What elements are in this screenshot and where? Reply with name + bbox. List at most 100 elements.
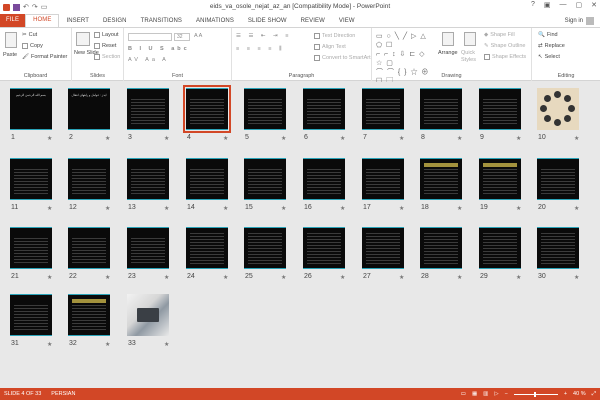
transition-star-icon[interactable]: ★ xyxy=(340,205,345,212)
transition-star-icon[interactable]: ★ xyxy=(340,274,345,281)
zoom-level[interactable]: 40 % xyxy=(573,391,586,397)
replace-button[interactable]: ⇄ Replace xyxy=(538,43,565,49)
transition-star-icon[interactable]: ★ xyxy=(223,274,228,281)
transition-star-icon[interactable]: ★ xyxy=(164,274,169,281)
fit-slide-icon[interactable]: ⤢ xyxy=(592,391,596,398)
tab-insert[interactable]: INSERT xyxy=(59,15,96,27)
minimize-button[interactable]: — xyxy=(560,1,567,9)
section-button[interactable]: Section xyxy=(94,54,120,60)
transition-star-icon[interactable]: ★ xyxy=(164,205,169,212)
align-text-button[interactable]: Align Text xyxy=(314,44,346,50)
transition-star-icon[interactable]: ★ xyxy=(457,135,462,142)
font-size-box[interactable]: 32 xyxy=(174,33,190,41)
transition-star-icon[interactable]: ★ xyxy=(516,274,521,281)
transition-star-icon[interactable]: ★ xyxy=(281,205,286,212)
slide-thumbnail[interactable] xyxy=(244,158,286,200)
tab-view[interactable]: VIEW xyxy=(332,15,362,27)
tab-design[interactable]: DESIGN xyxy=(96,15,134,27)
slide-thumbnail[interactable] xyxy=(303,158,345,200)
transition-star-icon[interactable]: ★ xyxy=(399,205,404,212)
slide-thumbnail[interactable] xyxy=(127,294,169,336)
zoom-slider[interactable] xyxy=(513,391,558,397)
font-size-arrows-icon[interactable]: A A xyxy=(194,33,202,39)
slide-thumbnail[interactable] xyxy=(244,227,286,269)
slide-thumbnail[interactable] xyxy=(303,88,345,130)
slide-thumbnail[interactable] xyxy=(479,158,521,200)
help-icon[interactable]: ? xyxy=(531,1,535,9)
slide-thumbnail[interactable] xyxy=(186,158,228,200)
start-presentation-icon[interactable]: ▭ xyxy=(41,4,48,11)
zoom-out-icon[interactable]: − xyxy=(505,391,508,397)
slide-sorter-view-icon[interactable]: ▦ xyxy=(472,391,477,397)
layout-button[interactable]: Layout xyxy=(94,32,119,38)
slide-thumbnail[interactable] xyxy=(10,158,52,200)
tab-animations[interactable]: ANIMATIONS xyxy=(189,15,241,27)
transition-star-icon[interactable]: ★ xyxy=(574,135,579,142)
slide-thumbnail[interactable] xyxy=(362,227,404,269)
tab-file[interactable]: FILE xyxy=(0,14,26,27)
slide-thumbnail[interactable] xyxy=(420,158,462,200)
slideshow-view-icon[interactable]: ▷ xyxy=(494,391,498,397)
reading-view-icon[interactable]: ▥ xyxy=(483,391,488,397)
transition-star-icon[interactable]: ★ xyxy=(399,274,404,281)
transition-star-icon[interactable]: ★ xyxy=(516,205,521,212)
transition-star-icon[interactable]: ★ xyxy=(47,341,52,348)
transition-star-icon[interactable]: ★ xyxy=(105,135,110,142)
find-button[interactable]: 🔍 Find xyxy=(538,32,558,38)
slide-thumbnail[interactable] xyxy=(68,158,110,200)
font-color-buttons[interactable]: AV Aa A xyxy=(128,57,169,63)
tab-slide-show[interactable]: SLIDE SHOW xyxy=(241,15,294,27)
slide-thumbnail[interactable] xyxy=(183,85,231,133)
format-painter-button[interactable]: 🖌 Format Painter xyxy=(22,54,67,60)
text-direction-button[interactable]: Text Direction xyxy=(314,33,355,39)
redo-icon[interactable]: ↷ xyxy=(32,4,38,11)
normal-view-icon[interactable]: ▭ xyxy=(461,391,466,397)
quick-styles-button[interactable]: Quick Styles xyxy=(461,50,483,64)
slide-thumbnail[interactable] xyxy=(186,227,228,269)
slide-thumbnail[interactable] xyxy=(10,227,52,269)
convert-smartart-button[interactable]: Convert to SmartArt xyxy=(314,55,371,61)
tab-home[interactable]: HOME xyxy=(25,14,60,27)
zoom-in-icon[interactable]: + xyxy=(564,391,567,397)
copy-button[interactable]: Copy xyxy=(22,43,43,49)
shape-effects-button[interactable]: Shape Effects xyxy=(484,54,526,60)
transition-star-icon[interactable]: ★ xyxy=(47,205,52,212)
transition-star-icon[interactable]: ★ xyxy=(281,135,286,142)
transition-star-icon[interactable]: ★ xyxy=(223,205,228,212)
font-name-box[interactable] xyxy=(128,33,172,41)
transition-star-icon[interactable]: ★ xyxy=(47,135,52,142)
align-buttons[interactable]: ≡ ≡ ≡ ≡ ⫼ xyxy=(236,46,284,53)
slide-thumbnail[interactable] xyxy=(537,88,579,130)
select-button[interactable]: ↖ Select xyxy=(538,54,560,60)
tab-review[interactable]: REVIEW xyxy=(294,15,332,27)
transition-star-icon[interactable]: ★ xyxy=(457,274,462,281)
save-icon[interactable] xyxy=(13,3,20,11)
slide-thumbnail[interactable] xyxy=(537,158,579,200)
slide-thumbnail[interactable] xyxy=(68,294,110,336)
shape-outline-button[interactable]: ✎ Shape Outline xyxy=(484,43,525,49)
arrange-button[interactable]: Arrange xyxy=(438,50,458,56)
font-style-buttons[interactable]: B I U S abc xyxy=(128,46,190,52)
transition-star-icon[interactable]: ★ xyxy=(164,135,169,142)
slide-thumbnail[interactable] xyxy=(362,158,404,200)
paste-button[interactable]: Paste xyxy=(3,52,17,58)
slide-thumbnail[interactable] xyxy=(127,88,169,130)
new-slide-icon[interactable] xyxy=(76,32,90,46)
slide-thumbnail[interactable]: بسم الله الرحمن الرحیم xyxy=(10,88,52,130)
ribbon-display-icon[interactable]: ▣ xyxy=(544,1,551,9)
slide-thumbnail[interactable] xyxy=(479,227,521,269)
slide-thumbnail[interactable] xyxy=(303,227,345,269)
transition-star-icon[interactable]: ★ xyxy=(457,205,462,212)
transition-star-icon[interactable]: ★ xyxy=(574,205,579,212)
slide-thumbnail[interactable] xyxy=(362,88,404,130)
undo-icon[interactable]: ↶ xyxy=(23,4,29,11)
shape-fill-button[interactable]: ◆ Shape Fill xyxy=(484,32,515,38)
maximize-button[interactable]: ▢ xyxy=(576,1,583,9)
transition-star-icon[interactable]: ★ xyxy=(223,135,228,142)
transition-star-icon[interactable]: ★ xyxy=(105,205,110,212)
transition-star-icon[interactable]: ★ xyxy=(105,274,110,281)
slide-thumbnail[interactable]: ایدز : عوامل و راههای انتقال xyxy=(68,88,110,130)
slide-thumbnail[interactable] xyxy=(420,88,462,130)
transition-star-icon[interactable]: ★ xyxy=(105,341,110,348)
transition-star-icon[interactable]: ★ xyxy=(281,274,286,281)
